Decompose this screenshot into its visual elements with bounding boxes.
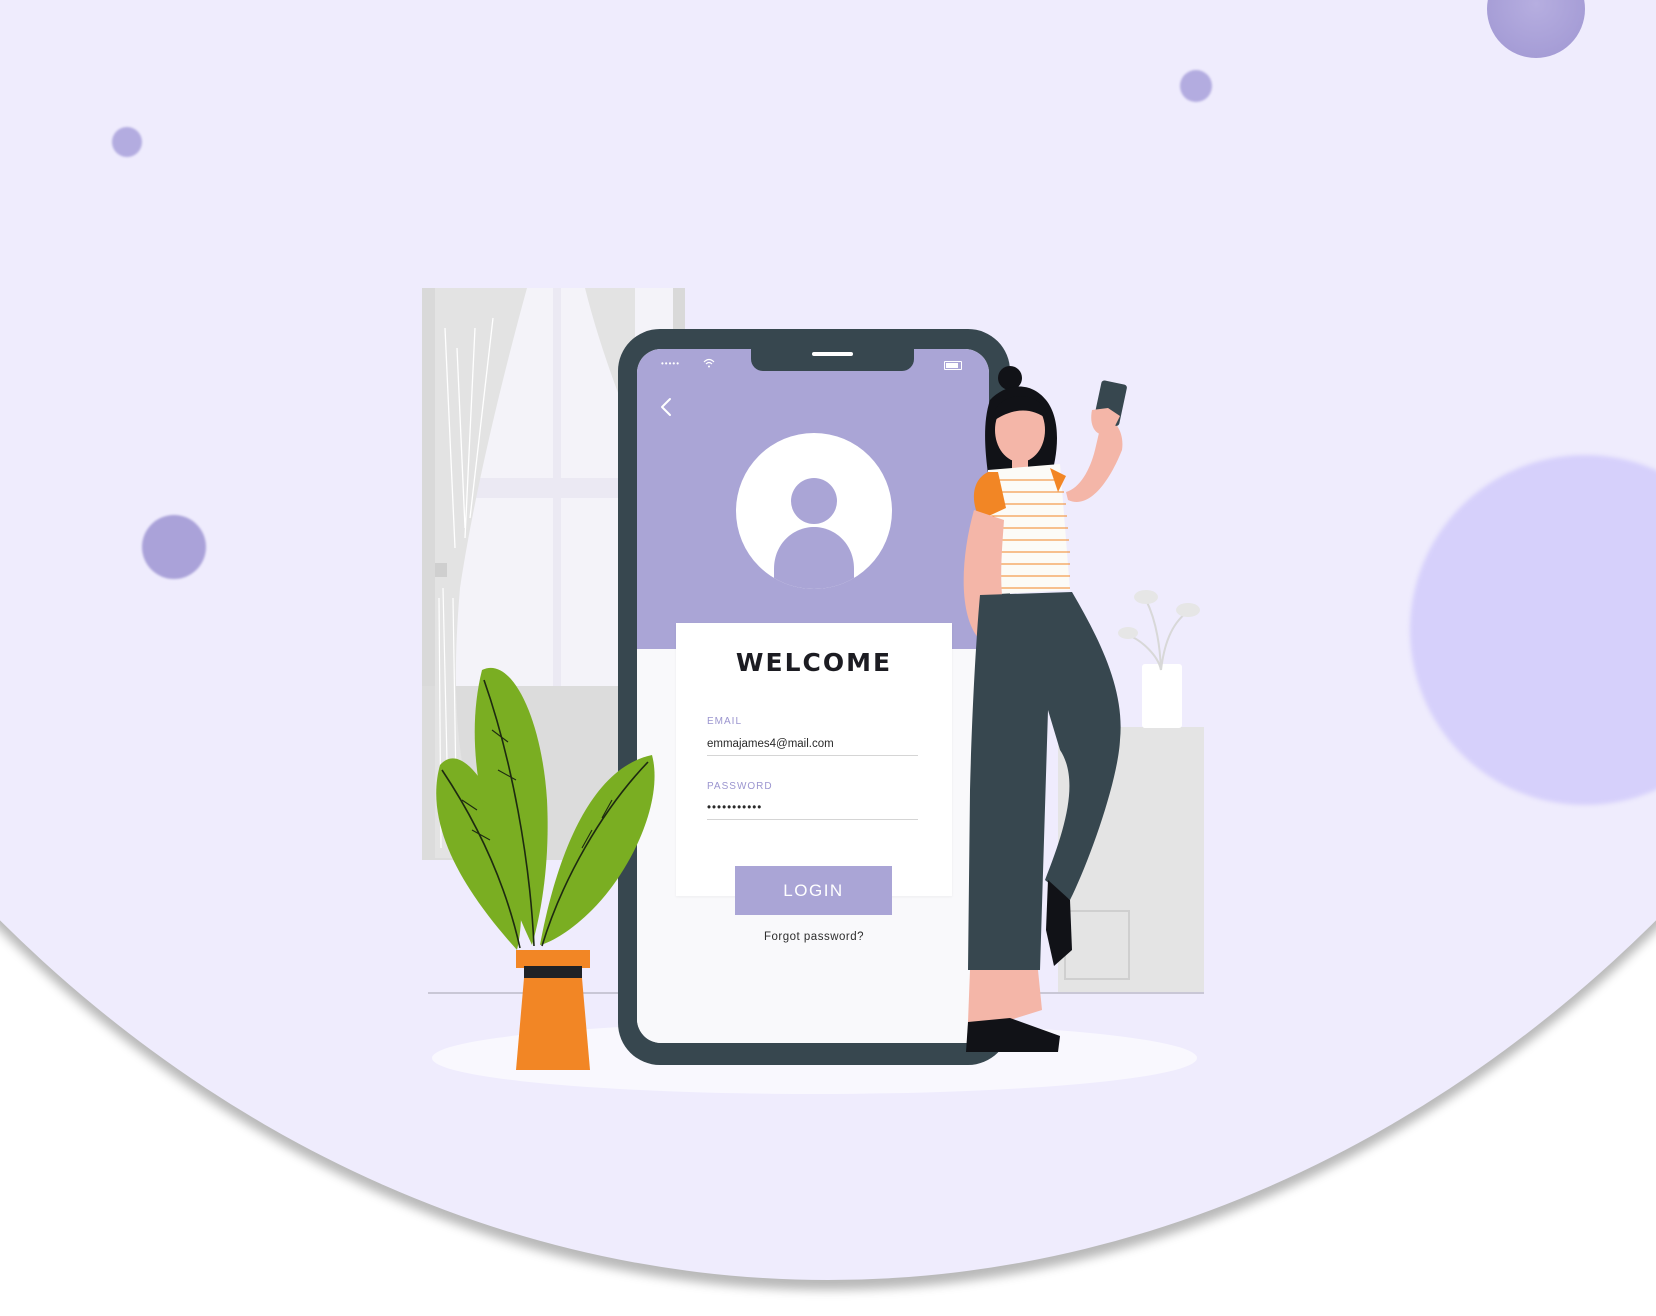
login-screen: ••••• WELCOME EMAIL emmajames4@mail.com … bbox=[637, 349, 989, 1043]
password-label: PASSWORD bbox=[707, 781, 773, 792]
welcome-title: WELCOME bbox=[735, 648, 893, 677]
woman-with-phone bbox=[963, 366, 1127, 1052]
login-card: WELCOME EMAIL PASSWORD LOGIN Forgot pass… bbox=[676, 623, 952, 943]
signal-icon: ••••• bbox=[661, 359, 681, 368]
potted-plant bbox=[436, 667, 655, 1070]
login-button[interactable]: LOGIN bbox=[735, 866, 892, 915]
email-underline bbox=[707, 755, 918, 756]
password-field[interactable] bbox=[707, 799, 917, 817]
decor-bubble bbox=[112, 127, 142, 157]
wifi-icon bbox=[703, 358, 715, 368]
back-button[interactable] bbox=[651, 391, 683, 423]
email-label: EMAIL bbox=[707, 716, 743, 727]
decor-bubble bbox=[1180, 70, 1212, 102]
user-avatar-icon bbox=[736, 433, 892, 589]
phone-notch bbox=[751, 349, 914, 371]
illustration-scene: ••••• WELCOME EMAIL emmajames4@mail.com … bbox=[0, 0, 1656, 1316]
password-underline bbox=[707, 819, 918, 820]
forgot-password-link[interactable]: Forgot password? bbox=[676, 931, 952, 943]
chevron-left-icon bbox=[661, 398, 671, 416]
speaker-bar bbox=[812, 352, 853, 356]
decor-bubble bbox=[142, 515, 206, 579]
email-field[interactable] bbox=[707, 735, 917, 753]
